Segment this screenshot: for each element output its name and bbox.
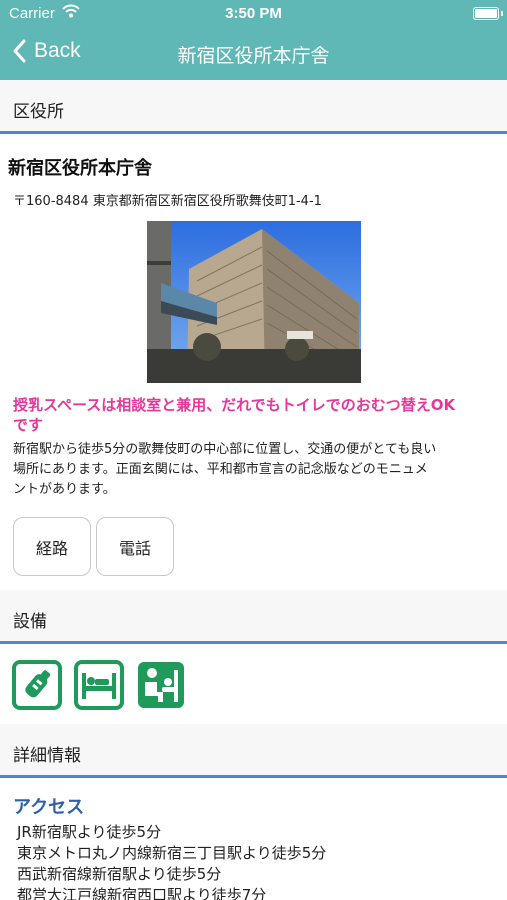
section-header-category: 区役所 xyxy=(0,80,507,134)
phone-button[interactable]: 電話 xyxy=(96,517,174,576)
navigation-bar: Back 新宿区役所本庁舎 xyxy=(0,28,507,80)
building-photo xyxy=(147,221,361,383)
clock: 3:50 PM xyxy=(225,5,282,22)
baby-bottle-icon xyxy=(12,660,62,710)
notice-line: です xyxy=(13,416,44,434)
battery-icon xyxy=(473,7,503,20)
description: 新宿駅から徒歩5分の歌舞伎町の中心部に位置し、交通の便がとても良い 場所にありま… xyxy=(13,440,497,500)
section-title: 設備 xyxy=(13,612,47,632)
section-header-facilities: 設備 xyxy=(0,590,507,644)
section-title: 詳細情報 xyxy=(13,746,81,766)
route-button[interactable]: 経路 xyxy=(13,517,91,576)
place-name: 新宿区役所本庁舎 xyxy=(8,158,152,179)
access-item: JR新宿駅より徒歩5分 xyxy=(17,823,162,841)
notice-text: 授乳スペースは相談室と兼用、だれでもトイレでのおむつ替えOK です xyxy=(13,395,493,435)
address: 〒160-8484 東京都新宿区新宿区役所歌舞伎町1-4-1 xyxy=(13,194,322,209)
description-line: 場所にあります。正面玄関には、平和都市宣言の記念版などのモニュメ xyxy=(13,462,428,477)
notice-line: 授乳スペースは相談室と兼用、だれでもトイレでのおむつ替えOK xyxy=(13,396,456,414)
nursing-room-icon xyxy=(136,660,186,710)
status-bar: Carrier 3:50 PM xyxy=(0,0,507,28)
access-item: 西武新宿線新宿駅より徒歩5分 xyxy=(17,865,222,883)
description-line: 新宿駅から徒歩5分の歌舞伎町の中心部に位置し、交通の便がとても良い xyxy=(13,442,437,457)
access-title: アクセス xyxy=(13,797,85,818)
access-item: 都営大江戸線新宿西口駅より徒歩7分 xyxy=(17,886,267,900)
section-header-details: 詳細情報 xyxy=(0,724,507,778)
access-item: 東京メトロ丸ノ内線新宿三丁目駅より徒歩5分 xyxy=(17,844,327,862)
description-line: ントがあります。 xyxy=(13,482,116,497)
diaper-changing-icon xyxy=(74,660,124,710)
page-title: 新宿区役所本庁舎 xyxy=(177,45,330,67)
section-title: 区役所 xyxy=(13,102,64,122)
access-list: JR新宿駅より徒歩5分 東京メトロ丸ノ内線新宿三丁目駅より徒歩5分 西武新宿線新… xyxy=(17,822,326,900)
